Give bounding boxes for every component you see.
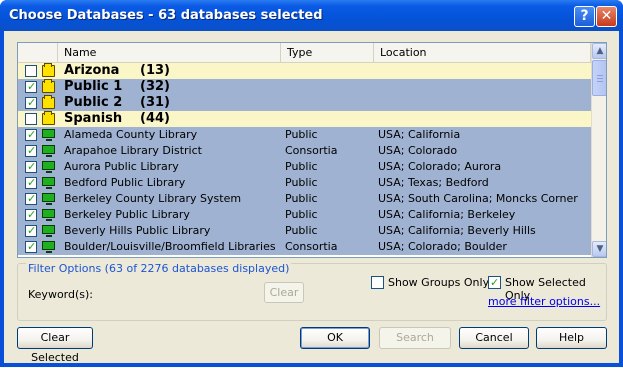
group-name: Public 1 <box>64 79 123 94</box>
database-name: Bedford Public Library <box>64 176 186 189</box>
database-type: Public <box>285 128 318 141</box>
dialog-window: Choose Databases - 63 databases selected… <box>0 0 623 367</box>
database-location: USA; California <box>378 128 461 141</box>
row-checkbox[interactable] <box>25 175 37 191</box>
group-count: (31) <box>140 95 170 110</box>
list-header: Name Type Location <box>18 43 591 63</box>
database-type: Public <box>285 192 318 205</box>
group-count: (44) <box>140 111 170 126</box>
database-type: Public <box>285 160 318 173</box>
computer-icon <box>42 129 55 141</box>
help-button[interactable]: Help <box>536 327 607 349</box>
table-row[interactable]: Aurora Public Library Public USA; Colorado… <box>18 159 591 175</box>
database-location: USA; Colorado <box>378 144 458 157</box>
database-name: Berkeley County Library System <box>64 192 242 205</box>
computer-icon <box>42 145 55 157</box>
database-location: USA; South Carolina; Moncks Corner <box>378 192 578 205</box>
scroll-up-button[interactable]: ▲ <box>592 43 606 59</box>
folder-icon <box>42 111 55 125</box>
database-name: Aurora Public Library <box>64 160 179 173</box>
vertical-scrollbar[interactable]: ▲ ▼ <box>591 43 606 257</box>
table-row[interactable]: Berkeley Public Library Public USA; Califo… <box>18 207 591 223</box>
row-checkbox[interactable] <box>25 79 37 95</box>
database-location: USA; California; Beverly Hills <box>378 224 536 237</box>
row-checkbox[interactable] <box>25 191 37 207</box>
show-selected-only-checkbox[interactable] <box>488 275 501 290</box>
column-header-name[interactable]: Name <box>58 43 281 63</box>
table-row[interactable]: Berkeley County Library System Public USA;… <box>18 191 591 207</box>
show-groups-only-checkbox[interactable] <box>371 276 384 289</box>
scroll-down-button[interactable]: ▼ <box>592 241 606 257</box>
database-list[interactable]: Name Type Location Arizona (13) Public 1 (3… <box>17 42 607 258</box>
row-checkbox[interactable] <box>25 95 37 111</box>
database-name: Alameda County Library <box>64 128 198 141</box>
database-type: Consortia <box>285 240 338 253</box>
database-name: Beverly Hills Public Library <box>64 224 211 237</box>
list-rows: Arizona(13)Public 1(32)Public 2(31)Spani… <box>18 63 591 255</box>
cancel-button[interactable]: Cancel <box>459 327 529 349</box>
title-bar[interactable]: Choose Databases - 63 databases selected… <box>0 0 623 31</box>
database-type: Consortia <box>285 144 338 157</box>
database-type: Public <box>285 224 318 237</box>
folder-icon <box>42 95 55 109</box>
column-header-location[interactable]: Location <box>374 43 591 63</box>
group-count: (13) <box>140 63 170 78</box>
filter-options-group: Filter Options (63 of 2276 databases dis… <box>17 262 607 321</box>
database-location: USA; Colorado; Aurora <box>378 160 502 173</box>
computer-icon <box>42 161 55 173</box>
computer-icon <box>42 209 55 221</box>
search-button[interactable]: Search <box>379 327 451 349</box>
close-button[interactable]: ✕ <box>596 6 617 27</box>
table-row[interactable]: Bedford Public Library Public USA; Texas; … <box>18 175 591 191</box>
database-name: Boulder/Louisville/Broomfield Libraries <box>64 240 276 253</box>
folder-icon <box>42 79 55 93</box>
database-location: USA; California; Berkeley <box>378 208 516 221</box>
database-type: Public <box>285 176 318 189</box>
group-row[interactable]: Arizona (13) <box>18 63 591 79</box>
database-location: USA; Colorado; Boulder <box>378 240 507 253</box>
group-name: Arizona <box>64 63 120 78</box>
group-name: Public 2 <box>64 95 123 110</box>
group-name: Spanish <box>64 111 123 126</box>
dialog-body: Name Type Location Arizona (13) Public 1 (3… <box>4 31 619 364</box>
row-checkbox[interactable] <box>25 159 37 175</box>
more-filter-options-link[interactable]: more filter options... <box>488 295 600 308</box>
table-row[interactable]: Boulder/Louisville/Broomfield Libraries C… <box>18 239 591 255</box>
table-row[interactable]: Arapahoe Library District Consortia USA; C… <box>18 143 591 159</box>
group-row[interactable]: Public 2 (31) <box>18 95 591 111</box>
window-title: Choose Databases - 63 databases selected <box>9 8 323 23</box>
column-header-type[interactable]: Type <box>281 43 374 63</box>
row-checkbox[interactable] <box>25 207 37 223</box>
group-row[interactable]: Public 1 (32) <box>18 79 591 95</box>
row-checkbox[interactable] <box>25 143 37 159</box>
database-name: Berkeley Public Library <box>64 208 190 221</box>
database-type: Public <box>285 208 318 221</box>
scroll-thumb[interactable] <box>592 60 606 96</box>
group-count: (32) <box>140 79 170 94</box>
filter-options-legend: Filter Options (63 of 2276 databases dis… <box>26 262 292 275</box>
row-checkbox[interactable] <box>25 113 37 125</box>
clear-keyword-button[interactable]: Clear <box>264 282 304 303</box>
folder-icon <box>42 63 55 77</box>
show-groups-only-label[interactable]: Show Groups Only <box>388 276 489 289</box>
database-name: Arapahoe Library District <box>64 144 202 157</box>
computer-icon <box>42 193 55 205</box>
computer-icon <box>42 177 55 189</box>
clear-selected-button[interactable]: Clear Selected <box>17 327 93 364</box>
row-checkbox[interactable] <box>25 223 37 239</box>
table-row[interactable]: Alameda County Library Public USA; Califor… <box>18 127 591 143</box>
header-spacer <box>18 43 58 63</box>
row-checkbox[interactable] <box>25 127 37 143</box>
row-checkbox[interactable] <box>25 239 37 255</box>
ok-button[interactable]: OK <box>300 327 370 349</box>
computer-icon <box>42 225 55 237</box>
row-checkbox[interactable] <box>25 65 37 77</box>
database-location: USA; Texas; Bedford <box>378 176 489 189</box>
help-title-button[interactable]: ? <box>574 6 595 27</box>
keyword-label: Keyword(s): <box>28 288 94 301</box>
table-row[interactable]: Beverly Hills Public Library Public USA; C… <box>18 223 591 239</box>
group-row[interactable]: Spanish (44) <box>18 111 591 127</box>
computer-icon <box>42 241 55 253</box>
